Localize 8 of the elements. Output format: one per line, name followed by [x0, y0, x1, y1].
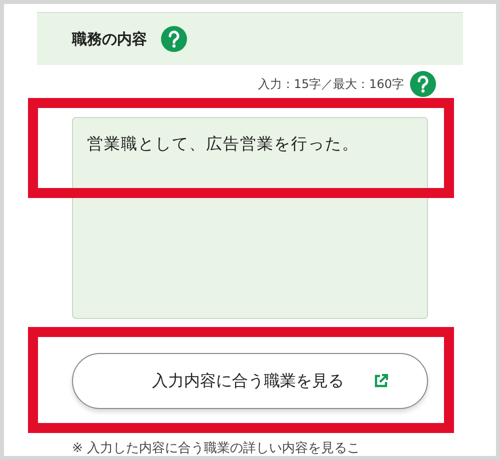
character-counter: 入力：15字／最大：160字: [258, 76, 404, 92]
help-icon[interactable]: [410, 71, 436, 97]
section-title: 職務の内容: [72, 30, 147, 48]
note-text: ※ 入力した内容に合う職業の詳しい内容を見るこ: [72, 440, 362, 456]
input-field[interactable]: 営業職として、広告営業を行った。: [72, 117, 428, 319]
external-link-icon: [374, 374, 388, 388]
help-icon[interactable]: [161, 26, 187, 52]
view-jobs-button[interactable]: 入力内容に合う職業を見る: [72, 353, 428, 409]
